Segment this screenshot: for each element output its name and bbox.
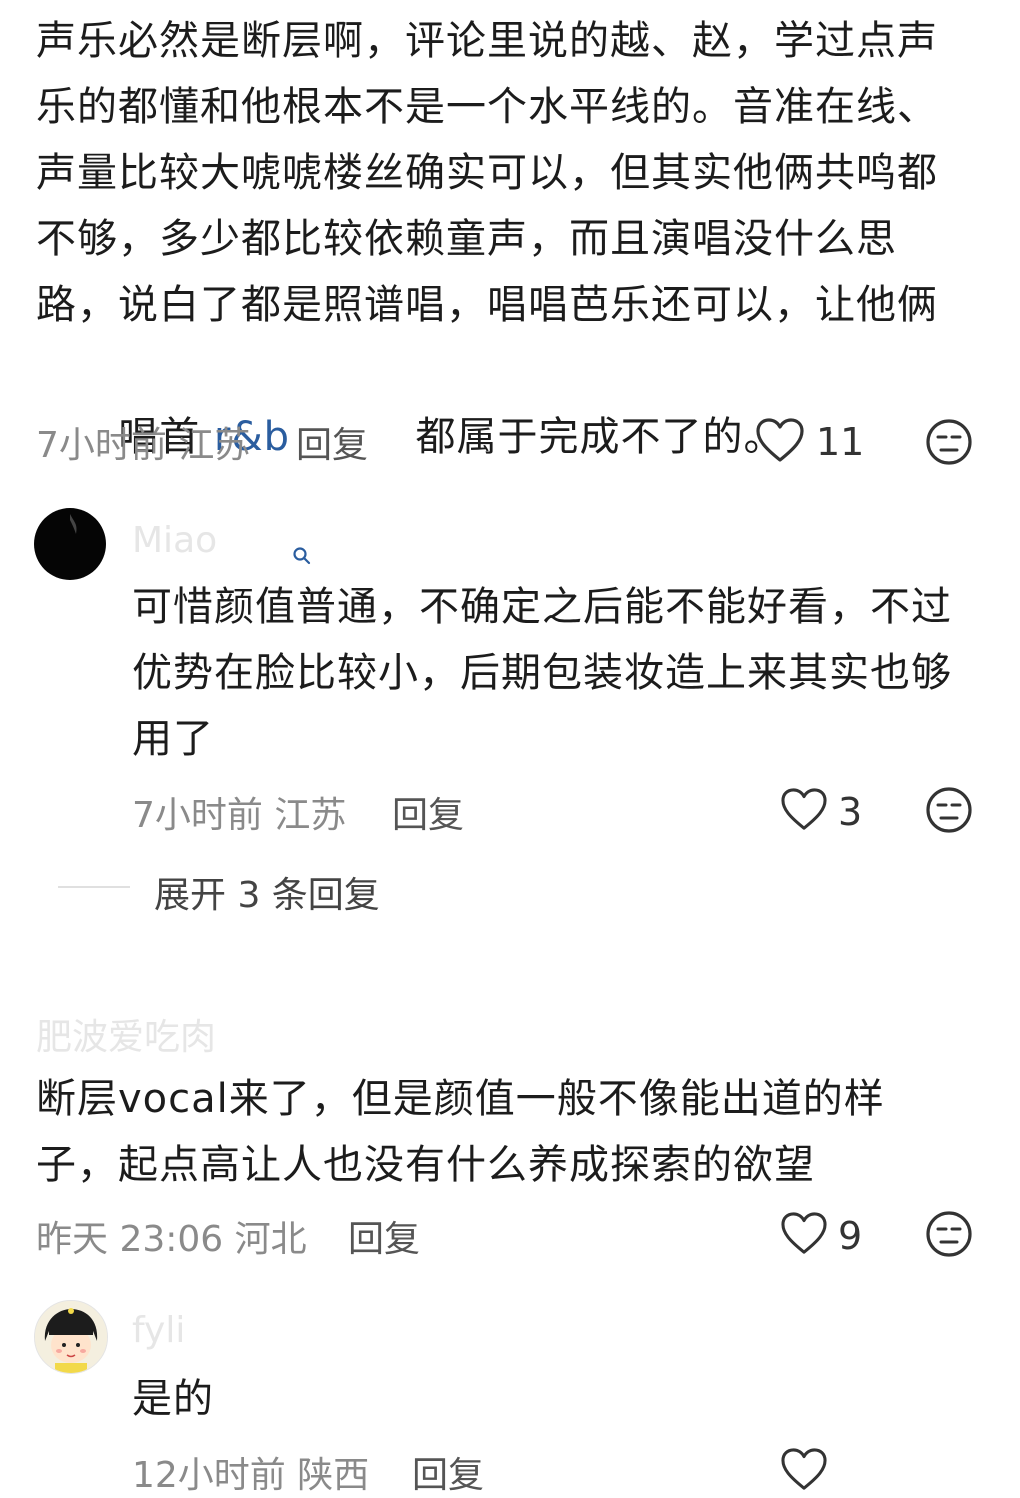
- divider: [58, 886, 130, 888]
- meh-face-icon[interactable]: [925, 786, 973, 834]
- location: 江苏: [274, 795, 347, 836]
- location: 河北: [234, 1219, 307, 1260]
- meh-face-icon[interactable]: [925, 1210, 973, 1258]
- comment-1-text: 都属于完成不了的。: [401, 414, 785, 460]
- reply-2-meta: 12小时前 陕西: [132, 1446, 369, 1498]
- username[interactable]: fyli: [132, 1310, 185, 1351]
- reply-button[interactable]: 回复: [392, 786, 464, 838]
- heart-outline-icon[interactable]: [780, 1448, 828, 1492]
- reply-1-line: 优势在脸比较小，后期包装妆造上来其实也够: [132, 650, 952, 696]
- reply-1-body: 可惜颜值普通，不确定之后能不能好看，不过 优势在脸比较小，后期包装妆造上来其实也…: [132, 574, 992, 772]
- heart-outline-icon[interactable]: [755, 418, 805, 464]
- comment-1-line: 不够，多少都比较依赖童声，而且演唱没什么思: [36, 216, 897, 262]
- timestamp: 昨天 23:06: [36, 1219, 224, 1260]
- comment-1-line: 声乐必然是断层啊，评论里说的越、赵，学过点声: [36, 18, 938, 64]
- reply-1-meta: 7小时前 江苏: [132, 786, 346, 838]
- reply-button[interactable]: 回复: [412, 1446, 484, 1498]
- username[interactable]: 肥波爱吃肉: [36, 1008, 216, 1060]
- location: 陕西: [297, 1455, 370, 1496]
- timestamp: 12小时前: [132, 1455, 286, 1496]
- meh-face-icon[interactable]: [925, 418, 973, 466]
- avatar[interactable]: [34, 1300, 108, 1374]
- avatar-image: [70, 514, 77, 534]
- comment-1-line: 路，说白了都是照谱唱，唱唱芭乐还可以，让他俩: [36, 282, 938, 328]
- comment-1-meta: 7小时前 江苏: [36, 416, 250, 468]
- reply-2-line: 是的: [132, 1376, 214, 1422]
- reply-2-body: 是的: [132, 1366, 992, 1432]
- reply-button[interactable]: 回复: [296, 416, 368, 468]
- comment-2-meta: 昨天 23:06 河北: [36, 1210, 307, 1262]
- comment-1-line: 乐的都懂和他根本不是一个水平线的。音准在线、: [36, 84, 938, 130]
- comment-2-body: 断层vocal来了，但是颜值一般不像能出道的样 子，起点高让人也没有什么养成探索…: [36, 1066, 996, 1198]
- avatar[interactable]: [34, 508, 106, 580]
- location: 江苏: [178, 425, 251, 466]
- comment-1-line: 声量比较大唬唬楼丝确实可以，但其实他俩共鸣都: [36, 150, 938, 196]
- heart-outline-icon[interactable]: [780, 1212, 828, 1256]
- heart-outline-icon[interactable]: [780, 788, 828, 832]
- reply-2: fyli 是的 12小时前 陕西 回复: [0, 1290, 1020, 1496]
- expand-replies-label: 展开 3 条回复: [154, 875, 380, 916]
- timestamp: 7小时前: [36, 425, 167, 466]
- comment-2-line: 断层vocal来了，但是颜值一般不像能出道的样: [36, 1076, 885, 1122]
- avatar-image: [35, 1301, 107, 1373]
- reply-1: Miao 可惜颜值普通，不确定之后能不能好看，不过 优势在脸比较小，后期包装妆造…: [0, 490, 1020, 850]
- expand-replies[interactable]: 展开 3 条回复: [0, 862, 1020, 918]
- username[interactable]: Miao: [132, 520, 217, 561]
- watermark-overlay: [860, 1440, 1020, 1496]
- reply-1-line: 可惜颜值普通，不确定之后能不能好看，不过: [132, 584, 952, 630]
- reply-button[interactable]: 回复: [348, 1210, 420, 1262]
- like-count: 3: [838, 790, 863, 834]
- like-count: 11: [816, 420, 865, 464]
- like-count: 9: [838, 1214, 863, 1258]
- timestamp: 7小时前: [132, 795, 263, 836]
- comment-1: 声乐必然是断层啊，评论里说的越、赵，学过点声 乐的都懂和他根本不是一个水平线的。…: [0, 0, 1020, 565]
- comment-2-line: 子，起点高让人也没有什么养成探索的欲望: [36, 1142, 815, 1188]
- comment-2: 肥波爱吃肉 断层vocal来了，但是颜值一般不像能出道的样 子，起点高让人也没有…: [0, 990, 1020, 1290]
- reply-1-line: 用了: [132, 716, 214, 762]
